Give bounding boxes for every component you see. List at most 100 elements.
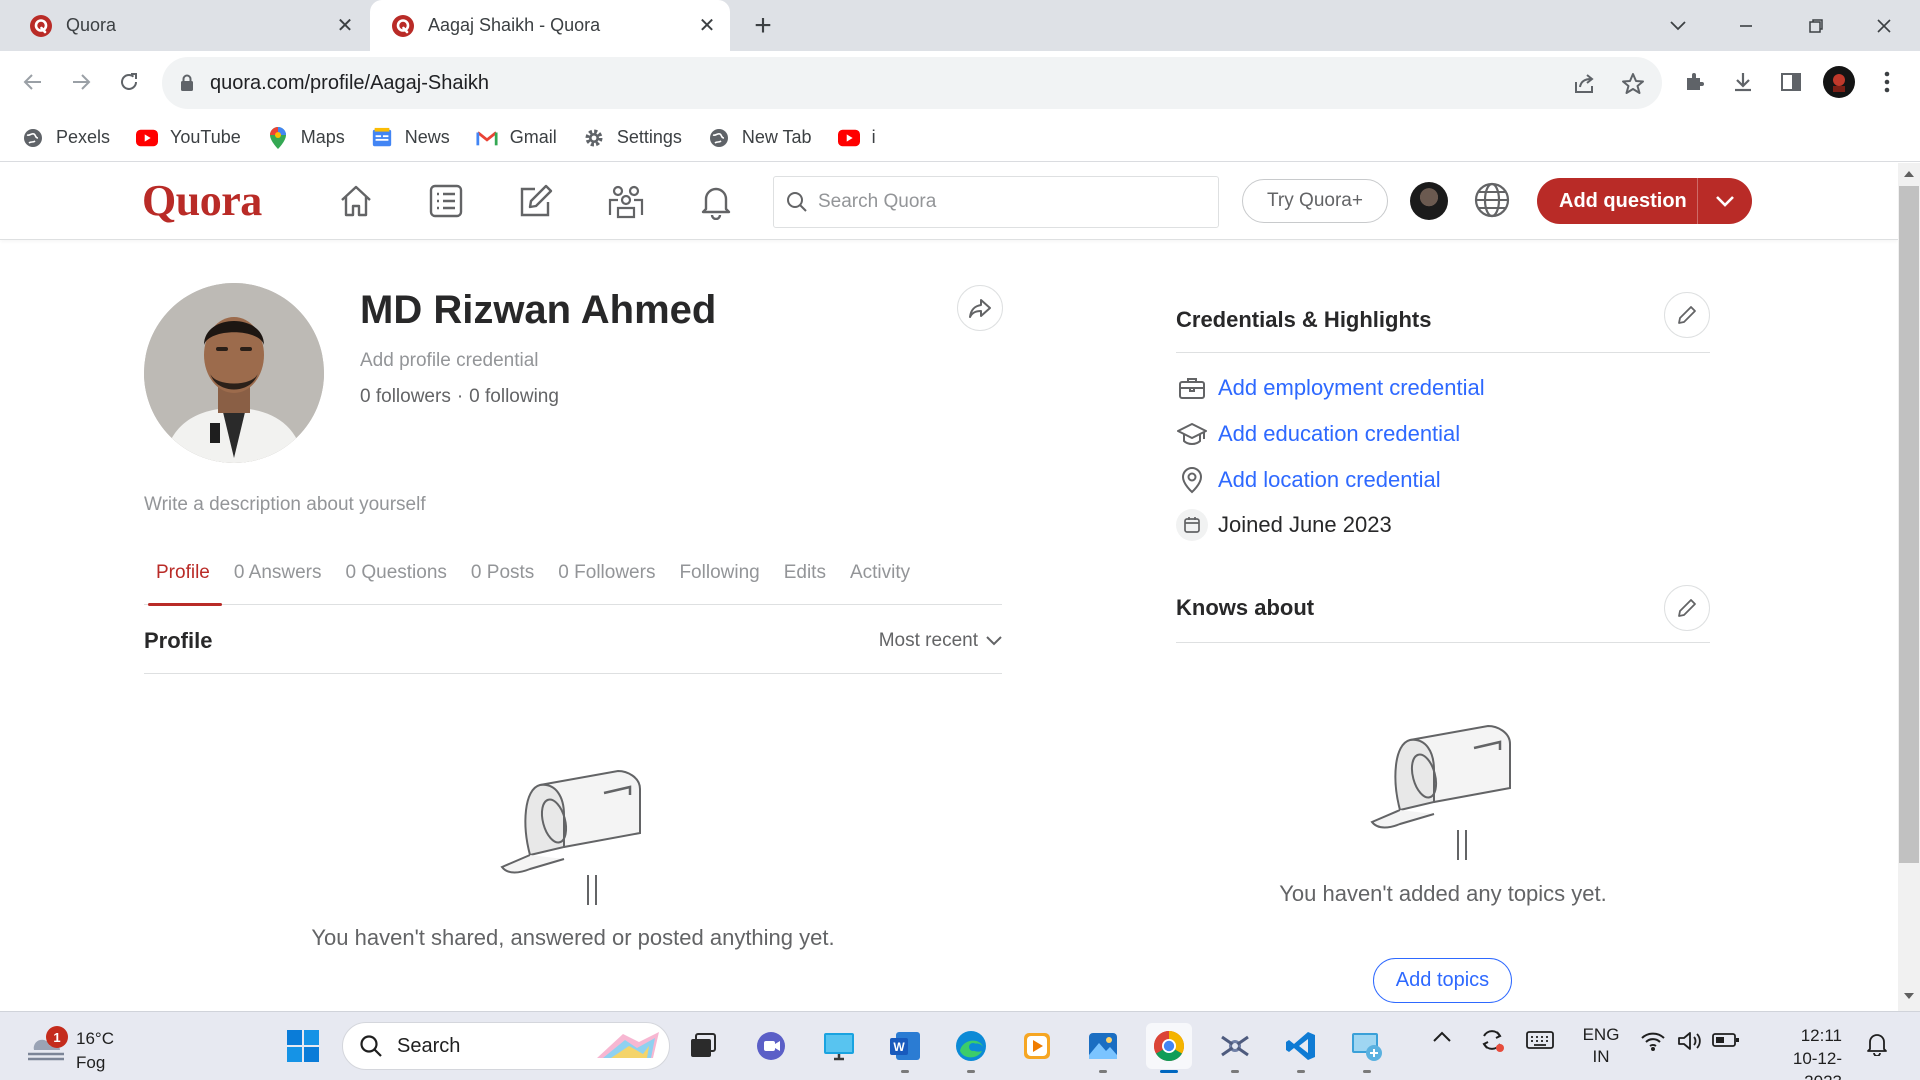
word-app-icon[interactable]: W: [882, 1023, 928, 1073]
taskbar-clock[interactable]: 12:11 10-12-2023: [1756, 1024, 1842, 1080]
bookmark-pexels[interactable]: Pexels: [22, 127, 110, 149]
close-tab-icon[interactable]: ✕: [696, 15, 718, 37]
close-tab-icon[interactable]: ✕: [334, 15, 356, 37]
bookmark-youtube[interactable]: YouTube: [136, 127, 241, 149]
tab-answers[interactable]: 0 Answers: [222, 540, 334, 605]
spaces-icon[interactable]: [604, 179, 648, 223]
tab-edits[interactable]: Edits: [772, 540, 838, 605]
media-player-icon[interactable]: [1014, 1023, 1060, 1069]
edit-topics-button[interactable]: [1664, 585, 1710, 631]
keyboard-icon[interactable]: [1526, 1030, 1554, 1050]
browser-profile-avatar[interactable]: [1822, 65, 1856, 99]
weather-widget[interactable]: 1 16°C Fog: [26, 1020, 136, 1072]
taskbar-search-box[interactable]: Search: [342, 1022, 670, 1070]
photos-app-icon[interactable]: [1080, 1023, 1126, 1073]
credential-label: Joined June 2023: [1218, 512, 1392, 537]
tab-posts[interactable]: 0 Posts: [459, 540, 546, 605]
back-arrow-icon[interactable]: [16, 65, 50, 99]
bookmark-star-icon[interactable]: [1620, 71, 1646, 97]
followers-count-link[interactable]: 0 followers: [360, 386, 451, 408]
sort-dropdown[interactable]: Most recent: [879, 630, 1002, 652]
try-quora-plus-button[interactable]: Try Quora+: [1242, 179, 1388, 223]
credential-label[interactable]: Add education credential: [1218, 421, 1460, 447]
side-panel-icon[interactable]: [1774, 65, 1808, 99]
add-profile-credential-link[interactable]: Add profile credential: [360, 350, 539, 372]
url-text: quora.com/profile/Aagaj-Shaikh: [210, 71, 490, 94]
tab-followers[interactable]: 0 Followers: [546, 540, 667, 605]
chevron-down-icon[interactable]: [1698, 195, 1752, 207]
search-input[interactable]: [818, 191, 1198, 213]
credential-label[interactable]: Add employment credential: [1218, 375, 1485, 401]
add-topics-button[interactable]: Add topics: [1373, 958, 1512, 1003]
following-feed-icon[interactable]: [424, 179, 468, 223]
profile-photo[interactable]: [144, 283, 324, 463]
bookmark-settings[interactable]: Settings: [583, 127, 682, 149]
tab-profile[interactable]: Profile: [144, 540, 222, 606]
lock-icon[interactable]: [180, 74, 194, 92]
credential-education[interactable]: Add education credential: [1176, 417, 1460, 451]
wifi-icon[interactable]: [1640, 1030, 1666, 1052]
tab-following[interactable]: Following: [667, 540, 771, 605]
browser-menu-kebab-icon[interactable]: [1870, 65, 1904, 99]
task-view-icon[interactable]: [680, 1023, 726, 1069]
tab-activity[interactable]: Activity: [838, 540, 922, 605]
start-windows-icon[interactable]: [280, 1023, 326, 1069]
bookmark-news[interactable]: News: [371, 127, 450, 149]
language-globe-icon[interactable]: [1472, 180, 1512, 220]
credential-label[interactable]: Add location credential: [1218, 467, 1441, 493]
write-description-link[interactable]: Write a description about yourself: [144, 494, 426, 516]
chrome-browser-icon[interactable]: [1146, 1023, 1192, 1073]
desktop-monitor-icon[interactable]: [816, 1023, 862, 1069]
space-satellite-app-icon[interactable]: [1212, 1023, 1258, 1073]
sync-status-icon[interactable]: [1478, 1026, 1506, 1054]
forward-arrow-icon[interactable]: [64, 65, 98, 99]
battery-icon[interactable]: [1712, 1030, 1740, 1050]
credential-employment[interactable]: Add employment credential: [1176, 371, 1485, 405]
page-scrollbar-thumb[interactable]: [1899, 186, 1919, 863]
address-bar[interactable]: quora.com/profile/Aagaj-Shaikh: [162, 57, 1662, 109]
pencil-icon: [1678, 599, 1696, 617]
restore-window-icon[interactable]: [1798, 8, 1834, 44]
bookmark-label: Pexels: [56, 127, 111, 147]
bookmark-youtube-i[interactable]: i: [837, 127, 876, 149]
remote-desktop-icon[interactable]: [1344, 1023, 1390, 1073]
share-profile-button[interactable]: [957, 285, 1003, 331]
answer-pencil-icon[interactable]: [514, 179, 558, 223]
taskbar-search-label: Search: [397, 1034, 461, 1057]
browser-tab-quora[interactable]: Quora ✕: [0, 0, 368, 51]
new-tab-button[interactable]: +: [746, 9, 780, 43]
vscode-icon[interactable]: [1278, 1023, 1324, 1073]
home-icon[interactable]: [334, 179, 378, 223]
bookmark-gmail[interactable]: Gmail: [476, 127, 557, 149]
notification-badge: 1: [46, 1026, 68, 1048]
tab-search-chevron-icon[interactable]: [1660, 8, 1696, 44]
notifications-bell-icon[interactable]: [694, 179, 738, 223]
bookmark-new-tab[interactable]: New Tab: [708, 127, 812, 149]
downloads-icon[interactable]: [1726, 65, 1760, 99]
tab-questions[interactable]: 0 Questions: [334, 540, 459, 605]
input-language-indicator[interactable]: ENG IN: [1580, 1024, 1622, 1068]
share-page-icon[interactable]: [1572, 71, 1598, 97]
credential-joined: Joined June 2023: [1176, 508, 1392, 542]
extensions-puzzle-icon[interactable]: [1678, 65, 1712, 99]
minimize-window-icon[interactable]: [1728, 8, 1764, 44]
close-window-icon[interactable]: [1866, 8, 1902, 44]
weather-temperature: 16°C: [76, 1029, 114, 1048]
following-count-link[interactable]: 0 following: [469, 386, 559, 408]
scroll-down-arrow-icon[interactable]: [1903, 992, 1915, 1000]
credential-location[interactable]: Add location credential: [1176, 463, 1441, 497]
show-hidden-icons-chevron-icon[interactable]: [1432, 1030, 1452, 1044]
volume-speaker-icon[interactable]: [1676, 1030, 1702, 1052]
bookmark-maps[interactable]: Maps: [267, 126, 345, 149]
quora-logo[interactable]: Quora: [142, 175, 262, 226]
user-avatar[interactable]: [1410, 182, 1448, 220]
browser-tab-profile[interactable]: Aagaj Shaikh - Quora ✕: [370, 0, 730, 51]
reload-icon[interactable]: [112, 65, 146, 99]
edge-browser-icon[interactable]: [948, 1023, 994, 1073]
add-question-button[interactable]: Add question: [1537, 178, 1752, 224]
scroll-up-arrow-icon[interactable]: [1903, 170, 1915, 178]
edit-credentials-button[interactable]: [1664, 292, 1710, 338]
search-input-wrapper[interactable]: [773, 176, 1219, 228]
teams-chat-icon[interactable]: [748, 1023, 794, 1069]
notifications-bell-icon[interactable]: [1866, 1032, 1888, 1056]
